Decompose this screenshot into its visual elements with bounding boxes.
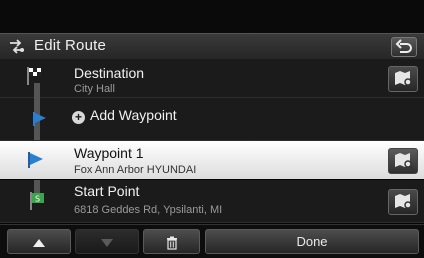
- map-search-icon: [395, 194, 414, 211]
- row-subtitle: Fox Ann Arbor HYUNDAI: [74, 164, 197, 176]
- add-waypoint-row[interactable]: + Add Waypoint: [0, 98, 424, 141]
- map-search-button[interactable]: [388, 189, 418, 215]
- page-title: Edit Route: [34, 37, 107, 54]
- add-waypoint-button[interactable]: + Add Waypoint: [72, 107, 177, 124]
- row-subtitle: City Hall: [74, 83, 115, 95]
- row-title: Start Point: [74, 183, 140, 199]
- waypoint-flag-icon: [28, 152, 43, 168]
- up-arrow-icon: [33, 238, 45, 247]
- trash-icon: [166, 236, 177, 250]
- move-up-button[interactable]: [7, 229, 71, 254]
- waypoint-row[interactable]: Waypoint 1 Fox Ann Arbor HYUNDAI: [0, 141, 424, 179]
- back-button[interactable]: [391, 37, 417, 57]
- start-flag-icon: S: [30, 192, 44, 210]
- row-title: Waypoint 1: [74, 145, 144, 161]
- map-search-button[interactable]: [388, 66, 418, 92]
- destination-row[interactable]: Destination City Hall: [0, 59, 424, 98]
- svg-text:S: S: [35, 195, 40, 204]
- back-icon: [395, 39, 412, 53]
- add-waypoint-label: Add Waypoint: [90, 107, 177, 123]
- down-arrow-icon: [101, 238, 113, 247]
- delete-button[interactable]: [143, 229, 200, 254]
- row-title: Destination: [74, 65, 145, 81]
- move-down-button[interactable]: [75, 229, 139, 254]
- map-search-icon: [395, 153, 414, 170]
- header-bar: Edit Route: [0, 33, 424, 60]
- bottom-toolbar: Done: [0, 224, 424, 258]
- plus-circle-icon: +: [72, 111, 85, 124]
- map-search-icon: [395, 71, 414, 88]
- row-subtitle: 6818 Geddes Rd, Ypsilanti, MI: [74, 204, 223, 216]
- start-point-row[interactable]: S Start Point 6818 Geddes Rd, Ypsilanti,…: [0, 180, 424, 223]
- waypoint-flag-icon: [33, 112, 46, 126]
- status-bar: [0, 0, 424, 33]
- checkered-flag-icon: [27, 67, 41, 85]
- map-search-button[interactable]: [388, 148, 418, 174]
- edit-route-icon: [10, 39, 24, 54]
- done-button[interactable]: Done: [205, 229, 419, 254]
